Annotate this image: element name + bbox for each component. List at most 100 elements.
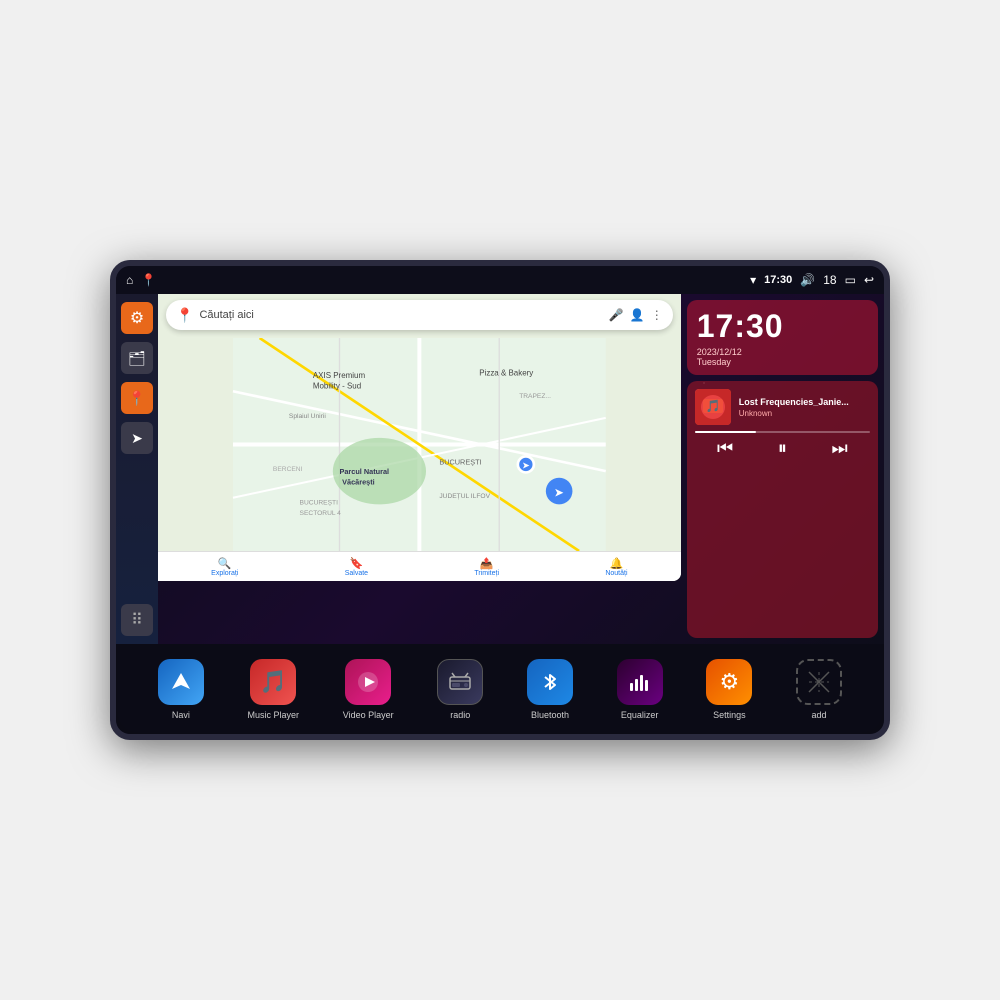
app-item-navi[interactable]: Navi bbox=[158, 659, 204, 720]
files-icon: 🗂 bbox=[128, 350, 146, 367]
svg-text:🎵: 🎵 bbox=[705, 399, 720, 413]
music-info: 🎵 Lost Frequencies_Janie... Unknown bbox=[695, 389, 870, 425]
map-content[interactable]: AXIS Premium Mobility - Sud Pizza & Bake… bbox=[158, 338, 681, 551]
map-bottom-bar: 🔍 Explorați 🔖 Salvate 📤 Trimiteți 🔔 Nout… bbox=[158, 551, 681, 581]
location-icon[interactable]: 📍 bbox=[141, 273, 156, 287]
app-item-video-player[interactable]: Video Player bbox=[343, 659, 394, 720]
saved-icon: 🔖 bbox=[350, 557, 364, 570]
app-drawer-btn[interactable]: ⠿ bbox=[121, 604, 153, 636]
clock-date: 2023/12/12 Tuesday bbox=[697, 347, 868, 367]
home-icon[interactable]: ⌂ bbox=[126, 273, 133, 287]
battery-icon: ▭ bbox=[845, 273, 856, 287]
svg-text:➤: ➤ bbox=[522, 460, 530, 470]
navi-icon bbox=[158, 659, 204, 705]
bluetooth-icon bbox=[527, 659, 573, 705]
map-widget[interactable]: 📍 Căutați aici 🎤 👤 ⋮ bbox=[158, 294, 681, 581]
app-item-bluetooth[interactable]: Bluetooth bbox=[527, 659, 573, 720]
status-right: ▾ 17:30 🔊 18 ▭ ↩ bbox=[750, 273, 874, 287]
map-search-bar[interactable]: 📍 Căutați aici 🎤 👤 ⋮ bbox=[166, 300, 673, 330]
radio-icon bbox=[437, 659, 483, 705]
dots-icon: ⠿ bbox=[131, 610, 143, 630]
svg-text:Mobility - Sud: Mobility - Sud bbox=[313, 382, 361, 391]
music-details: Lost Frequencies_Janie... Unknown bbox=[739, 397, 870, 418]
video-player-label: Video Player bbox=[343, 710, 394, 720]
app-item-settings[interactable]: ⚙ Settings bbox=[706, 659, 752, 720]
equalizer-icon bbox=[617, 659, 663, 705]
svg-text:TRAPEZ...: TRAPEZ... bbox=[519, 393, 551, 400]
status-time: 17:30 bbox=[764, 274, 792, 286]
updates-label: Noutăți bbox=[605, 570, 627, 577]
next-track-button[interactable]: ⏭ bbox=[831, 439, 847, 457]
app-item-equalizer[interactable]: Equalizer bbox=[617, 659, 663, 720]
map-saved-btn[interactable]: 🔖 Salvate bbox=[345, 557, 368, 577]
svg-text:BERCENI: BERCENI bbox=[273, 466, 303, 473]
status-left: ⌂ 📍 bbox=[126, 273, 156, 287]
explore-icon: 🔍 bbox=[218, 557, 232, 570]
account-icon[interactable]: 👤 bbox=[630, 308, 645, 322]
svg-text:Pizza & Bakery: Pizza & Bakery bbox=[479, 368, 533, 377]
music-widget: 🎵 Lost Frequencies_Janie... Unknown ⏮ bbox=[687, 381, 878, 638]
radio-label: radio bbox=[450, 710, 470, 720]
status-bar: ⌂ 📍 ▾ 17:30 🔊 18 ▭ ↩ bbox=[116, 266, 884, 294]
map-search-icons: 🎤 👤 ⋮ bbox=[609, 308, 663, 322]
clock-time: 17:30 bbox=[697, 308, 868, 345]
saved-label: Salvate bbox=[345, 570, 368, 577]
svg-text:Parcul Natural: Parcul Natural bbox=[339, 467, 389, 476]
album-art: 🎵 bbox=[695, 389, 731, 425]
music-artist: Unknown bbox=[739, 409, 870, 418]
settings-app-icon: ⚙ bbox=[706, 659, 752, 705]
sidebar-settings-btn[interactable]: ⚙ bbox=[121, 302, 153, 334]
map-updates-btn[interactable]: 🔔 Noutăți bbox=[605, 557, 627, 577]
more-options-icon[interactable]: ⋮ bbox=[651, 308, 663, 322]
map-search-input[interactable]: Căutați aici bbox=[199, 309, 602, 321]
music-progress-bar-container[interactable] bbox=[695, 431, 870, 433]
main-area: ⚙ 🗂 📍 ➤ ⠿ bbox=[116, 294, 884, 644]
device-frame: ⌂ 📍 ▾ 17:30 🔊 18 ▭ ↩ ⚙ 🗂 📍 ➤ bbox=[110, 260, 890, 740]
sidebar: ⚙ 🗂 📍 ➤ ⠿ bbox=[116, 294, 158, 644]
video-player-icon bbox=[345, 659, 391, 705]
svg-text:Văcărești: Văcărești bbox=[342, 477, 375, 486]
sidebar-files-btn[interactable]: 🗂 bbox=[121, 342, 153, 374]
app-item-add[interactable]: add bbox=[796, 659, 842, 720]
microphone-icon[interactable]: 🎤 bbox=[609, 308, 624, 322]
nav-arrow-icon: ➤ bbox=[131, 430, 143, 447]
navi-label: Navi bbox=[172, 710, 190, 720]
map-share-btn[interactable]: 📤 Trimiteți bbox=[474, 557, 499, 577]
map-explore-btn[interactable]: 🔍 Explorați bbox=[211, 557, 238, 577]
volume-icon: 🔊 bbox=[800, 273, 815, 287]
app-item-radio[interactable]: radio bbox=[437, 659, 483, 720]
back-icon[interactable]: ↩ bbox=[864, 273, 874, 287]
right-panel: 17:30 2023/12/12 Tuesday bbox=[681, 294, 884, 644]
svg-text:BUCUREȘTI: BUCUREȘTI bbox=[439, 457, 481, 466]
add-label: add bbox=[812, 710, 827, 720]
map-search-pin-icon: 📍 bbox=[176, 307, 193, 324]
sidebar-nav-btn[interactable]: ➤ bbox=[121, 422, 153, 454]
prev-track-button[interactable]: ⏮ bbox=[717, 439, 733, 457]
app-item-music-player[interactable]: 🎵 Music Player bbox=[248, 659, 300, 720]
svg-text:➤: ➤ bbox=[554, 485, 564, 499]
equalizer-label: Equalizer bbox=[621, 710, 659, 720]
svg-text:BUCUREȘTI: BUCUREȘTI bbox=[300, 499, 339, 506]
share-label: Trimiteți bbox=[474, 570, 499, 577]
svg-text:SECTORUL 4: SECTORUL 4 bbox=[300, 510, 342, 517]
svg-text:JUDEȚUL ILFOV: JUDEȚUL ILFOV bbox=[439, 493, 490, 500]
bluetooth-label: Bluetooth bbox=[531, 710, 569, 720]
music-player-label: Music Player bbox=[248, 710, 300, 720]
share-icon: 📤 bbox=[480, 557, 494, 570]
add-app-icon bbox=[796, 659, 842, 705]
maps-icon: 📍 bbox=[128, 390, 145, 407]
clock-widget: 17:30 2023/12/12 Tuesday bbox=[687, 300, 878, 375]
music-player-icon: 🎵 bbox=[250, 659, 296, 705]
pause-button[interactable]: ⏸ bbox=[778, 439, 787, 457]
settings-icon: ⚙ bbox=[130, 308, 144, 328]
svg-text:AXIS Premium: AXIS Premium bbox=[313, 371, 366, 380]
music-title: Lost Frequencies_Janie... bbox=[739, 397, 870, 407]
svg-text:Splaiul Unirii: Splaiul Unirii bbox=[289, 413, 326, 420]
updates-icon: 🔔 bbox=[610, 557, 624, 570]
music-progress-fill bbox=[695, 431, 756, 433]
center-area: 📍 Căutați aici 🎤 👤 ⋮ bbox=[158, 294, 884, 644]
sidebar-maps-btn[interactable]: 📍 bbox=[121, 382, 153, 414]
battery-level: 18 bbox=[823, 273, 836, 287]
music-controls: ⏮ ⏸ ⏭ bbox=[695, 439, 870, 457]
settings-label: Settings bbox=[713, 710, 746, 720]
